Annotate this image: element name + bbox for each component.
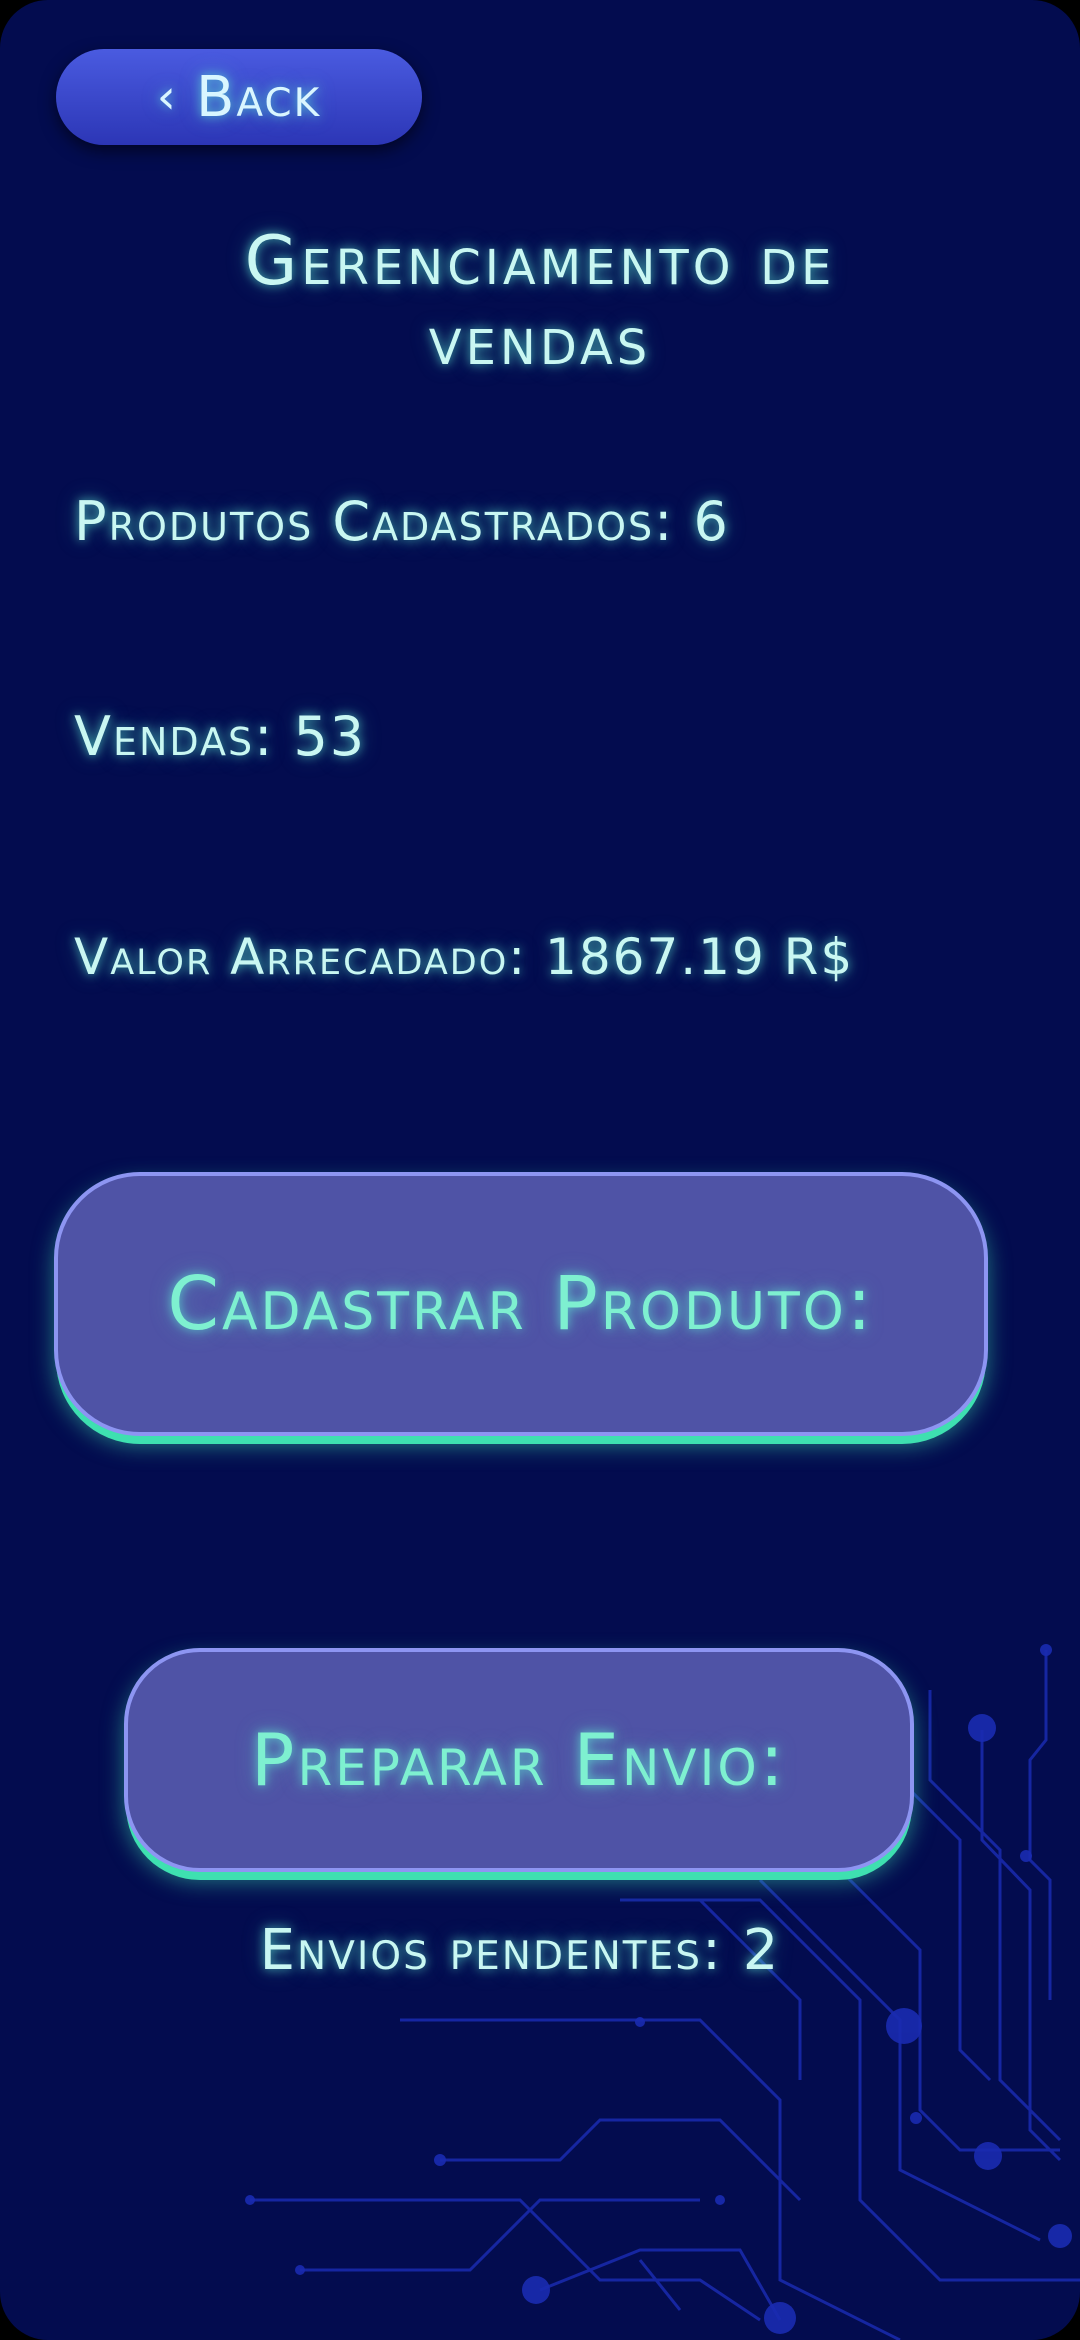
back-button-label: Back xyxy=(195,64,322,130)
valor-arrecadado-stat: Valor Arrecadado: 1867.19 R$ xyxy=(74,928,855,986)
cadastrar-produto-button[interactable]: Cadastrar Produto: xyxy=(54,1172,988,1436)
chevron-left-icon: ‹ xyxy=(156,69,178,125)
produtos-cadastrados-stat: Produtos Cadastrados: 6 xyxy=(74,490,730,553)
envios-pendentes-status: Envios pendentes: 2 xyxy=(259,1918,781,1983)
preparar-envio-button[interactable]: Preparar Envio: xyxy=(124,1648,914,1872)
cadastrar-produto-label: Cadastrar Produto: xyxy=(167,1261,875,1347)
app-screen: ‹ Back Gerenciamento de vendas Produtos … xyxy=(0,0,1080,2340)
vendas-stat: Vendas: 53 xyxy=(74,705,367,768)
page-title: Gerenciamento de vendas xyxy=(244,222,836,381)
back-button[interactable]: ‹ Back xyxy=(56,49,422,145)
preparar-envio-label: Preparar Envio: xyxy=(251,1718,787,1802)
